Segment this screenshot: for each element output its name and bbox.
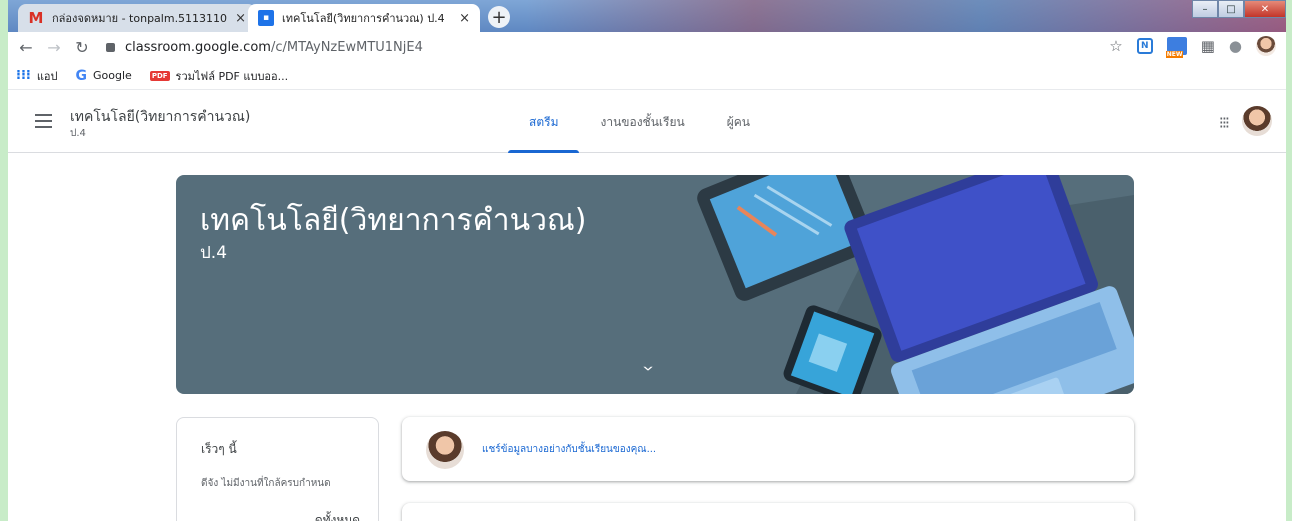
browser-window: M กล่องจดหมาย - tonpalm.5113110 × ▪ เทคโ… bbox=[8, 0, 1286, 521]
new-tab-button[interactable]: + bbox=[488, 6, 510, 28]
account-avatar[interactable] bbox=[1242, 106, 1272, 136]
upcoming-card: เร็วๆ นี้ ดีจัง ไม่มีงานที่ใกล้ครบกำหนด … bbox=[176, 417, 379, 521]
banner-title: เทคโนโลยี(วิทยาการคำนวณ) bbox=[200, 203, 587, 238]
tab-strip-background bbox=[526, 0, 1286, 32]
tab-gmail[interactable]: M กล่องจดหมาย - tonpalm.5113110 × bbox=[18, 4, 256, 32]
minimize-button[interactable]: – bbox=[1192, 0, 1218, 18]
lock-icon bbox=[106, 42, 115, 52]
view-all-link[interactable]: ดูทั้งหมด bbox=[315, 511, 360, 521]
grid-extension-icon[interactable]: ▦ bbox=[1201, 37, 1215, 55]
upcoming-body: ดีจัง ไม่มีงานที่ใกล้ครบกำหนด bbox=[201, 478, 331, 489]
extension-n-icon[interactable]: N bbox=[1136, 38, 1153, 54]
gmail-icon: M bbox=[28, 9, 44, 27]
bookmark-google[interactable]: G Google bbox=[76, 68, 132, 84]
extension-new-icon[interactable] bbox=[1165, 37, 1187, 58]
extension-puzzle-icon[interactable]: ● bbox=[1229, 37, 1242, 55]
bookmark-label: แอป bbox=[36, 69, 58, 83]
address-toolbar: ← → ↻ classroom.google.com/c/MTAyNzEwMTU… bbox=[8, 32, 1286, 62]
class-name[interactable]: เทคโนโลยี(วิทยาการคำนวณ) bbox=[70, 106, 250, 128]
class-banner: เทคโนโลยี(วิทยาการคำนวณ) ป.4 › bbox=[176, 175, 1134, 394]
forward-icon[interactable]: → bbox=[44, 38, 64, 57]
url-host: classroom.google.com bbox=[125, 39, 271, 55]
bookmark-label: Google bbox=[93, 69, 132, 82]
pdf-icon: PDF bbox=[149, 70, 170, 81]
maximize-button[interactable]: □ bbox=[1218, 0, 1244, 18]
back-icon[interactable]: ← bbox=[16, 38, 36, 57]
user-avatar bbox=[426, 431, 464, 469]
close-icon[interactable]: × bbox=[459, 11, 470, 26]
window-controls: – □ ✕ bbox=[1192, 0, 1286, 18]
tab-classroom[interactable]: ▪ เทคโนโลยี(วิทยาการคำนวณ) ป.4 × bbox=[248, 4, 480, 32]
bookmarks-bar: ⁝⁝⁝ แอป G Google PDF รวมไฟล์ PDF แบบออ..… bbox=[8, 62, 1286, 90]
address-bar[interactable]: classroom.google.com/c/MTAyNzEwMTU1NjE4 bbox=[106, 40, 423, 55]
tab-classwork[interactable]: งานของชั้นเรียน bbox=[579, 91, 705, 153]
chevron-down-icon[interactable]: › bbox=[637, 365, 662, 371]
google-g-icon: G bbox=[75, 67, 88, 84]
profile-avatar[interactable] bbox=[1256, 36, 1276, 56]
banner-section: ป.4 bbox=[200, 243, 228, 263]
bookmark-apps[interactable]: ⁝⁝⁝ แอป bbox=[16, 67, 58, 85]
close-window-button[interactable]: ✕ bbox=[1244, 0, 1286, 18]
tab-strip: M กล่องจดหมาย - tonpalm.5113110 × ▪ เทคโ… bbox=[8, 0, 1286, 32]
google-apps-icon[interactable]: ⁝⁝⁝ bbox=[1219, 113, 1230, 132]
tab-title: กล่องจดหมาย - tonpalm.5113110 bbox=[52, 12, 228, 25]
stream-post-card bbox=[402, 503, 1134, 521]
main-menu-icon[interactable] bbox=[35, 114, 52, 132]
star-icon[interactable]: ☆ bbox=[1109, 37, 1122, 55]
upcoming-title: เร็วๆ นี้ bbox=[201, 442, 237, 456]
share-announcement-card[interactable]: แชร์ข้อมูลบางอย่างกับชั้นเรียนของคุณ... bbox=[402, 417, 1134, 481]
reload-icon[interactable]: ↻ bbox=[72, 38, 92, 57]
bookmark-label: รวมไฟล์ PDF แบบออ... bbox=[175, 69, 289, 83]
toolbar-actions: ☆ N ▦ ● bbox=[1109, 36, 1276, 58]
classroom-icon: ▪ bbox=[258, 10, 274, 26]
close-icon[interactable]: × bbox=[235, 11, 246, 26]
class-nav-tabs: สตรีม งานของชั้นเรียน ผู้คน bbox=[508, 91, 771, 153]
apps-grid-icon: ⁝⁝⁝ bbox=[16, 68, 31, 83]
share-prompt[interactable]: แชร์ข้อมูลบางอย่างกับชั้นเรียนของคุณ... bbox=[482, 442, 656, 457]
url-path: /c/MTAyNzEwMTU1NjE4 bbox=[270, 39, 423, 55]
classroom-header: เทคโนโลยี(วิทยาการคำนวณ) ป.4 สตรีม งานขอ… bbox=[8, 91, 1286, 153]
tab-stream[interactable]: สตรีม bbox=[508, 91, 580, 153]
tab-title: เทคโนโลยี(วิทยาการคำนวณ) ป.4 bbox=[282, 12, 445, 25]
class-section: ป.4 bbox=[70, 128, 86, 139]
bookmark-pdf[interactable]: PDF รวมไฟล์ PDF แบบออ... bbox=[149, 67, 289, 85]
tab-people[interactable]: ผู้คน bbox=[706, 91, 771, 153]
